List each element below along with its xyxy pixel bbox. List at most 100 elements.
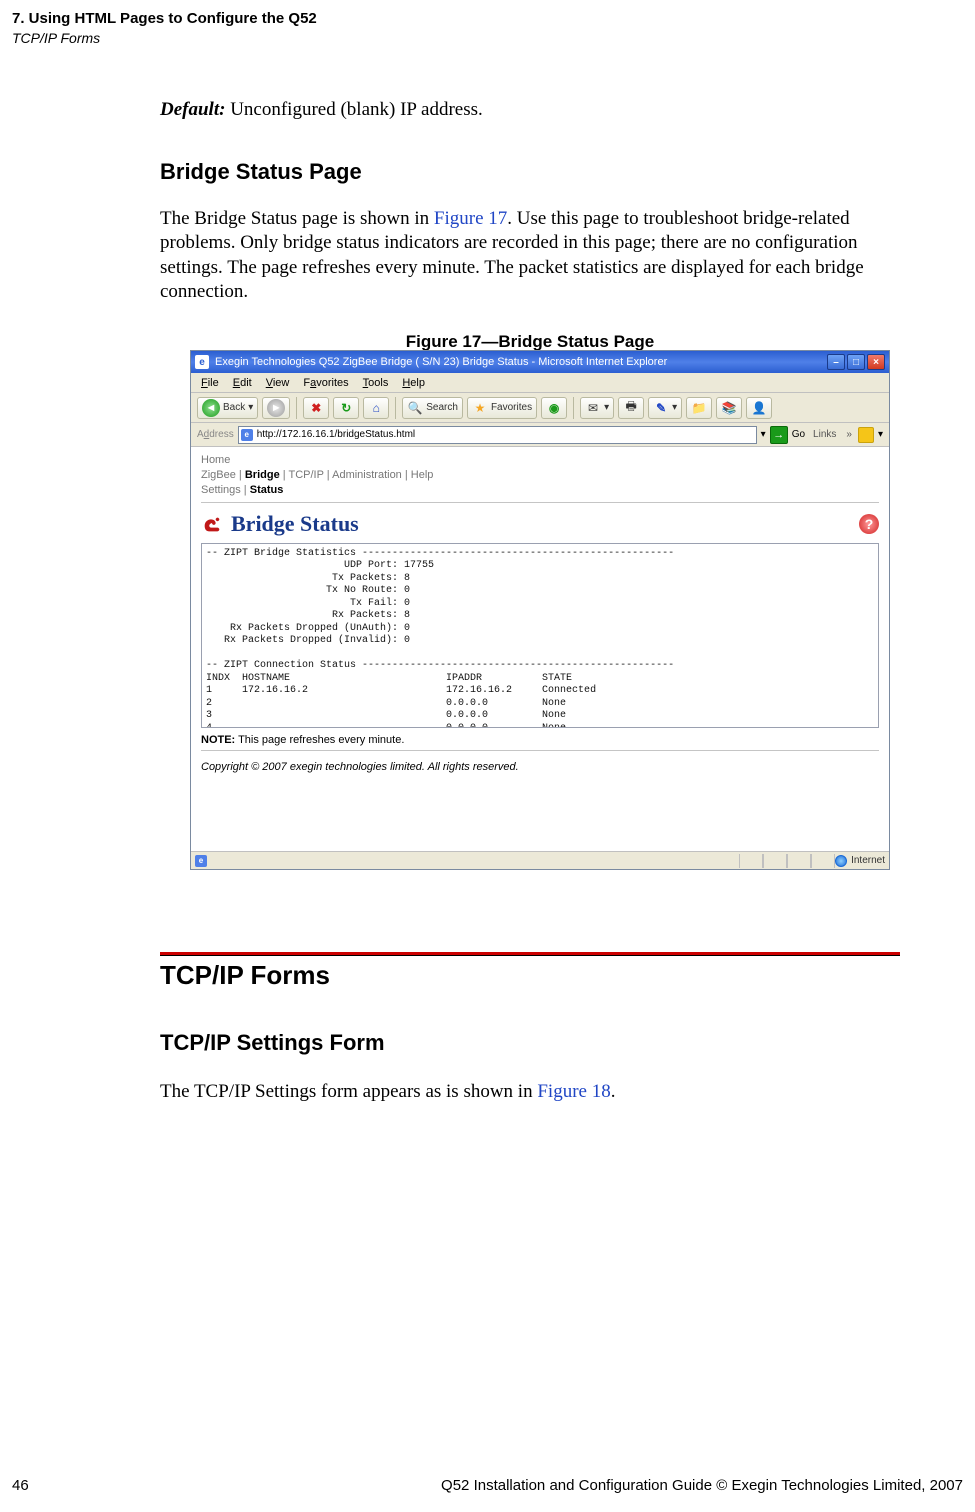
content-divider	[201, 750, 879, 751]
page-content: Home ZigBee | Bridge | TCP/IP | Administ…	[191, 447, 889, 851]
chevron-down-icon: ▾	[248, 402, 253, 413]
mail-icon: ✉	[585, 400, 601, 416]
stop-button[interactable]: ✖	[303, 397, 329, 419]
note-label: NOTE:	[201, 734, 235, 746]
page-head: Bridge Status ?	[201, 511, 879, 537]
nav-help[interactable]: Help	[411, 469, 434, 481]
nav-home[interactable]: Home	[201, 454, 230, 466]
titlebar: e Exegin Technologies Q52 ZigBee Bridge …	[191, 351, 889, 373]
nav-bridge[interactable]: Bridge	[245, 469, 280, 481]
research-icon: 📚	[721, 400, 737, 416]
status-pane	[811, 854, 835, 868]
para2-post: .	[611, 1081, 616, 1102]
minimize-button[interactable]: –	[827, 354, 845, 370]
menu-edit[interactable]: Edit	[227, 376, 258, 390]
page-number: 46	[12, 1477, 29, 1494]
go-button[interactable]: →	[770, 426, 788, 444]
address-input[interactable]: e http://172.16.16.1/bridgeStatus.html	[238, 426, 757, 444]
forward-icon: ►	[267, 399, 285, 417]
section-rule	[160, 952, 900, 956]
search-label: Search	[426, 402, 458, 413]
nav-tcpip[interactable]: TCP/IP	[288, 469, 323, 481]
nav-divider	[201, 502, 879, 503]
status-pane	[739, 854, 763, 868]
para2-pre: The TCP/IP Settings form appears as is s…	[160, 1081, 537, 1102]
edit-icon: ✎	[653, 400, 669, 416]
menu-favorites[interactable]: Favorites	[297, 376, 354, 390]
globe-icon	[835, 855, 847, 867]
nav-zigbee[interactable]: ZigBee	[201, 469, 236, 481]
toolbar-separator	[573, 397, 574, 419]
links-expand-icon[interactable]: »	[844, 429, 854, 440]
zone-label: Internet	[851, 855, 885, 866]
close-button[interactable]: ×	[867, 354, 885, 370]
menu-help[interactable]: Help	[396, 376, 431, 390]
toolbar-separator	[296, 397, 297, 419]
nav-administration[interactable]: Administration	[332, 469, 402, 481]
search-button[interactable]: 🔍Search	[402, 397, 463, 419]
toolbar-separator	[395, 397, 396, 419]
chevron-down-icon[interactable]: ▾	[878, 429, 883, 440]
note-text: This page refreshes every minute.	[235, 734, 404, 746]
favorites-button[interactable]: ★Favorites	[467, 397, 537, 419]
breadcrumb: Home ZigBee | Bridge | TCP/IP | Administ…	[201, 453, 879, 498]
page-footer: 46 Q52 Installation and Configuration Gu…	[12, 1477, 963, 1494]
running-head-chapter: 7. Using HTML Pages to Configure the Q52	[12, 10, 317, 28]
messenger-button[interactable]: 👤	[746, 397, 772, 419]
refresh-button[interactable]: ↻	[333, 397, 359, 419]
history-button[interactable]: ◉	[541, 397, 567, 419]
chevron-down-icon: ▾	[672, 402, 677, 413]
print-button[interactable]: 🖶	[618, 397, 644, 419]
go-label: Go	[792, 429, 805, 440]
figure-ref-17[interactable]: Figure 17	[434, 208, 507, 229]
heading-bridge-status: Bridge Status Page	[160, 159, 900, 185]
discuss-button[interactable]: 📁	[686, 397, 712, 419]
home-button[interactable]: ⌂	[363, 397, 389, 419]
note-line: NOTE: This page refreshes every minute.	[201, 734, 879, 746]
default-text: Unconfigured (blank) IP address.	[225, 99, 482, 120]
toolbar: ◄ Back ▾ ► ✖ ↻ ⌂ 🔍Search ★Favorites ◉ ✉▾…	[191, 393, 889, 423]
chevron-down-icon: ▾	[604, 402, 609, 413]
status-pane	[787, 854, 811, 868]
page-favicon: e	[241, 429, 253, 441]
menu-file[interactable]: File	[195, 376, 225, 390]
tcpip-paragraph: The TCP/IP Settings form appears as is s…	[160, 1080, 900, 1104]
menu-view[interactable]: View	[260, 376, 296, 390]
stop-icon: ✖	[308, 400, 324, 416]
address-dropdown-icon[interactable]: ▾	[761, 429, 766, 440]
favorites-label: Favorites	[491, 402, 532, 413]
heading-tcpip-settings-form: TCP/IP Settings Form	[160, 1030, 385, 1056]
forward-button[interactable]: ►	[262, 397, 290, 419]
norton-icon[interactable]	[858, 427, 874, 443]
address-bar: Address e http://172.16.16.1/bridgeStatu…	[191, 423, 889, 447]
menu-tools[interactable]: Tools	[357, 376, 395, 390]
links-label[interactable]: Links	[809, 429, 840, 440]
nav-settings[interactable]: Settings	[201, 484, 241, 496]
page-title: Bridge Status	[231, 511, 359, 537]
address-url: http://172.16.16.1/bridgeStatus.html	[257, 429, 415, 440]
default-line: Default: Unconfigured (blank) IP address…	[160, 99, 900, 121]
history-icon: ◉	[546, 400, 562, 416]
research-button[interactable]: 📚	[716, 397, 742, 419]
back-label: Back	[223, 402, 245, 413]
statusbar: e Internet	[191, 851, 889, 869]
default-label: Default:	[160, 99, 225, 120]
bridge-status-paragraph: The Bridge Status page is shown in Figur…	[160, 207, 900, 304]
nav-status[interactable]: Status	[250, 484, 284, 496]
edit-button[interactable]: ✎▾	[648, 397, 682, 419]
back-button[interactable]: ◄ Back ▾	[197, 397, 258, 419]
search-icon: 🔍	[407, 400, 423, 416]
mail-button[interactable]: ✉▾	[580, 397, 614, 419]
status-pre: -- ZIPT Bridge Statistics --------------…	[201, 543, 879, 728]
star-icon: ★	[472, 400, 488, 416]
messenger-icon: 👤	[751, 400, 767, 416]
footer-text: Q52 Installation and Configuration Guide…	[441, 1477, 963, 1494]
help-icon[interactable]: ?	[859, 514, 879, 534]
print-icon: 🖶	[623, 400, 639, 416]
status-done-icon: e	[195, 855, 207, 867]
page-copyright: Copyright © 2007 exegin technologies lim…	[201, 761, 879, 773]
maximize-button[interactable]: □	[847, 354, 865, 370]
running-head-section: TCP/IP Forms	[12, 30, 100, 46]
figure-ref-18[interactable]: Figure 18	[537, 1081, 610, 1102]
folder-icon: 📁	[691, 400, 707, 416]
